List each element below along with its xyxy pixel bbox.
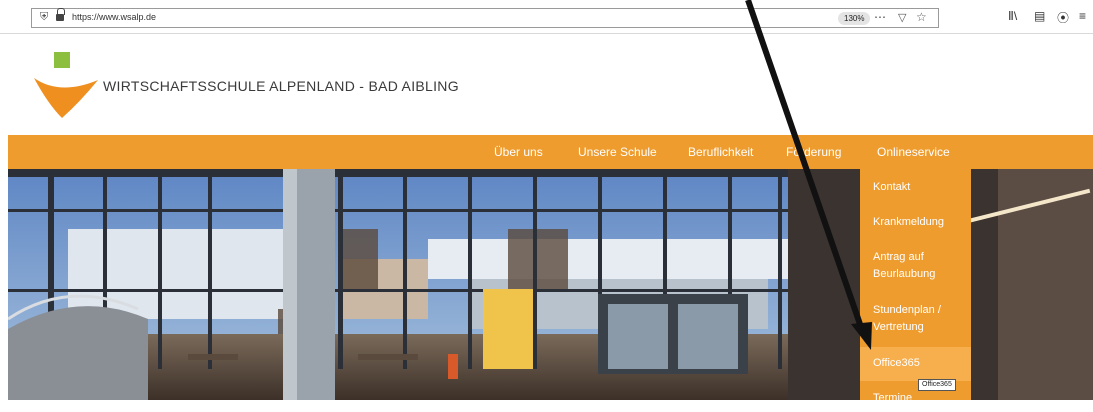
nav-item-foerderung[interactable]: Förderung: [786, 145, 841, 159]
address-bar[interactable]: ⛨ https://www.wsalp.de 130% ⋯ ▽ ☆: [31, 8, 939, 28]
zoom-level[interactable]: 130%: [838, 12, 871, 25]
site-header: WIRTSCHAFTSSCHULE ALPENLAND - BAD AIBLIN…: [8, 34, 1093, 135]
menu-item-office365[interactable]: Office365: [860, 347, 971, 381]
menu-item-kontakt[interactable]: Kontakt: [860, 179, 971, 196]
browser-window: ⛨ https://www.wsalp.de 130% ⋯ ▽ ☆ Ⅱ\ ▤ ⦿…: [0, 0, 1093, 412]
menu-item-antrag-auf-beurlaubung[interactable]: Antrag auf Beurlaubung: [860, 249, 971, 283]
nav-item-beruflichkeit[interactable]: Beruflichkeit: [688, 145, 753, 159]
url-text[interactable]: https://www.wsalp.de: [72, 12, 156, 22]
nav-item-unsere-schule[interactable]: Unsere Schule: [578, 145, 657, 159]
shield-icon[interactable]: ⛨: [40, 11, 48, 24]
menu-item-antrag-line2: Beurlaubung: [873, 268, 936, 280]
main-navigation: Über uns Unsere Schule Beruflichkeit För…: [8, 135, 1093, 169]
logo-swoosh-icon[interactable]: [34, 74, 98, 120]
account-icon[interactable]: ⦿: [1057, 9, 1069, 26]
menu-icon[interactable]: ≡: [1079, 9, 1086, 23]
onlineservice-dropdown-menu: Kontakt Krankmeldung Antrag auf Beurlaub…: [860, 169, 971, 412]
menu-item-antrag-line1: Antrag auf: [873, 251, 924, 263]
nav-item-ueber-uns[interactable]: Über uns: [494, 145, 543, 159]
menu-item-stundenplan-line1: Stundenplan /: [873, 304, 941, 316]
nav-item-onlineservice[interactable]: Onlineservice: [877, 145, 950, 159]
menu-item-stundenplan-vertretung[interactable]: Stundenplan / Vertretung: [860, 302, 971, 336]
more-icon[interactable]: ⋯: [874, 10, 887, 24]
page-margin: [0, 34, 8, 400]
office365-tooltip: Office365: [918, 379, 956, 391]
site-title[interactable]: WIRTSCHAFTSSCHULE ALPENLAND - BAD AIBLIN…: [103, 78, 459, 94]
menu-item-stundenplan-line2: Vertretung: [873, 321, 924, 333]
bookmark-star-icon[interactable]: ☆: [916, 10, 927, 24]
library-icon[interactable]: Ⅱ\: [1008, 9, 1017, 23]
menu-item-krankmeldung[interactable]: Krankmeldung: [860, 214, 971, 231]
lock-icon[interactable]: [56, 8, 65, 21]
pocket-icon[interactable]: ▽: [898, 11, 906, 24]
sidebar-icon[interactable]: ▤: [1034, 9, 1045, 23]
page-bottom: [0, 400, 1093, 412]
logo-green-square: [54, 52, 70, 68]
browser-toolbar: ⛨ https://www.wsalp.de 130% ⋯ ▽ ☆ Ⅱ\ ▤ ⦿…: [0, 0, 1093, 34]
